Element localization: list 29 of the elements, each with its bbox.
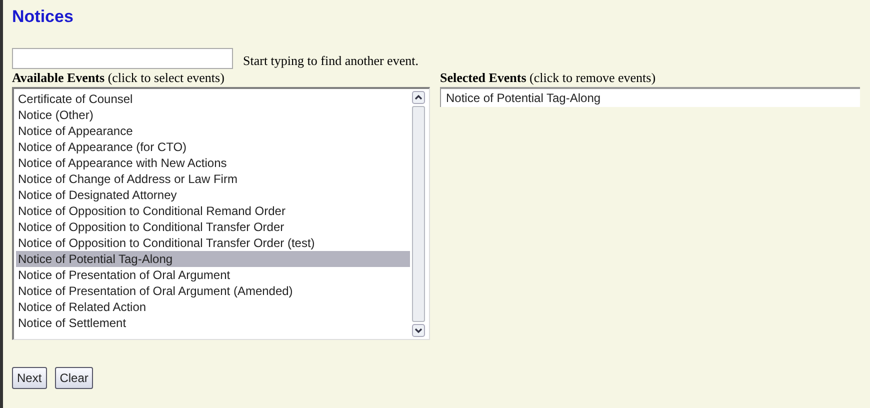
available-events-heading: Available Events (click to select events)	[12, 70, 226, 86]
event-option[interactable]: Notice of Settlement	[16, 315, 410, 331]
event-option[interactable]: Notice of Opposition to Conditional Remand Order	[16, 203, 410, 219]
event-option[interactable]: Notice of Designated Attorney	[16, 187, 410, 203]
event-option[interactable]: Notice of Appearance	[16, 123, 410, 139]
event-option[interactable]: Notice of Change of Address or Law Firm	[16, 171, 410, 187]
scroll-down-icon[interactable]	[412, 324, 425, 337]
selected-events-heading: Selected Events (click to remove events)	[440, 70, 657, 86]
scroll-bar[interactable]	[410, 89, 427, 339]
scroll-up-icon[interactable]	[412, 91, 425, 104]
search-hint: Start typing to find another event.	[243, 53, 418, 69]
event-option[interactable]: Notice of Opposition to Conditional Transfer Order	[16, 219, 410, 235]
event-option[interactable]: Notice of Potential Tag-Along	[16, 251, 410, 267]
event-option[interactable]: Notice of Opposition to Conditional Transfer Order (test)	[16, 235, 410, 251]
selected-events-list[interactable]: Notice of Potential Tag-Along	[440, 87, 860, 107]
event-option[interactable]: Notice of Related Action	[16, 299, 410, 315]
event-option[interactable]: Certificate of Counsel	[16, 91, 410, 107]
available-events-list[interactable]	[12, 87, 430, 340]
event-option[interactable]: Notice of Presentation of Oral Argument	[16, 267, 410, 283]
event-option[interactable]: Notice of Presentation of Oral Argument (Amended)	[16, 283, 410, 299]
event-option[interactable]: Notice of Appearance (for CTO)	[16, 139, 410, 155]
scroll-thumb[interactable]	[412, 106, 425, 322]
event-option[interactable]: Notice of Appearance with New Actions	[16, 155, 410, 171]
selected-event[interactable]: Notice of Potential Tag-Along	[446, 90, 860, 106]
page-title: Notices	[12, 7, 74, 27]
form-button[interactable]: Next	[12, 367, 47, 389]
search-field[interactable]	[12, 48, 233, 69]
event-option[interactable]: Notice (Other)	[16, 107, 410, 123]
form-button[interactable]: Clear	[54, 367, 94, 389]
